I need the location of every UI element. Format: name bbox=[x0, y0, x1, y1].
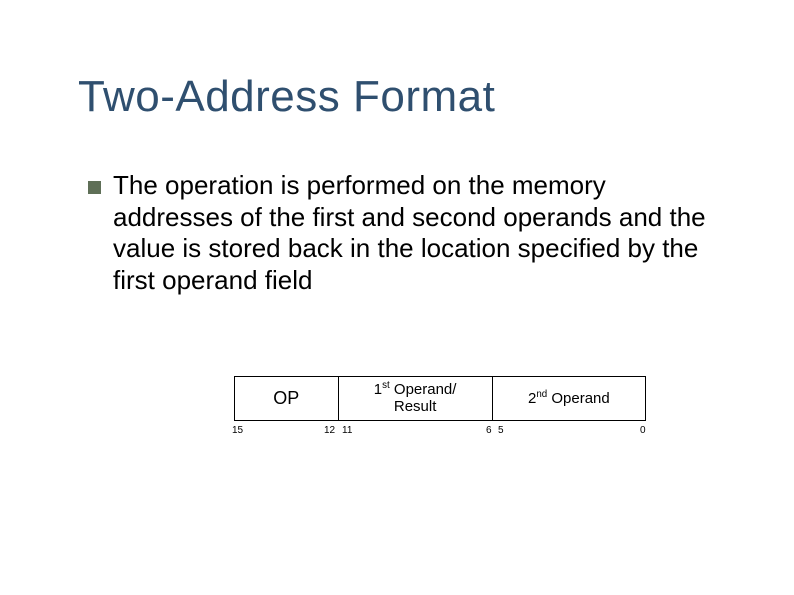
bit-15: 15 bbox=[232, 425, 243, 436]
bullet-icon bbox=[88, 181, 101, 194]
operand1-pre: 1 bbox=[374, 381, 382, 398]
bullet-text: The operation is performed on the memory… bbox=[113, 170, 718, 297]
operand2-sup: nd bbox=[536, 389, 547, 400]
slide-body: The operation is performed on the memory… bbox=[88, 170, 718, 297]
field-row: OP 1st Operand/ Result 2nd Operand bbox=[234, 376, 646, 421]
operand1-sup: st bbox=[382, 380, 390, 391]
instruction-format-diagram: OP 1st Operand/ Result 2nd Operand 15 12… bbox=[234, 376, 652, 441]
bit-6: 6 bbox=[486, 425, 492, 436]
field-operand2: 2nd Operand bbox=[492, 377, 645, 420]
bullet-item: The operation is performed on the memory… bbox=[88, 170, 718, 297]
slide-title: Two-Address Format bbox=[78, 72, 495, 122]
slide: Two-Address Format The operation is perf… bbox=[0, 0, 794, 595]
field-operand1: 1st Operand/ Result bbox=[338, 377, 492, 420]
operand1-line2: Result bbox=[394, 398, 437, 415]
operand2-post: Operand bbox=[547, 390, 610, 407]
bit-11: 11 bbox=[342, 425, 352, 436]
bit-5: 5 bbox=[498, 425, 504, 436]
field-op: OP bbox=[235, 377, 338, 420]
bit-12: 12 bbox=[324, 425, 335, 436]
bit-labels: 15 12 11 6 5 0 bbox=[234, 425, 652, 441]
operand1-post: Operand/ bbox=[390, 381, 457, 398]
bit-0: 0 bbox=[640, 425, 646, 436]
